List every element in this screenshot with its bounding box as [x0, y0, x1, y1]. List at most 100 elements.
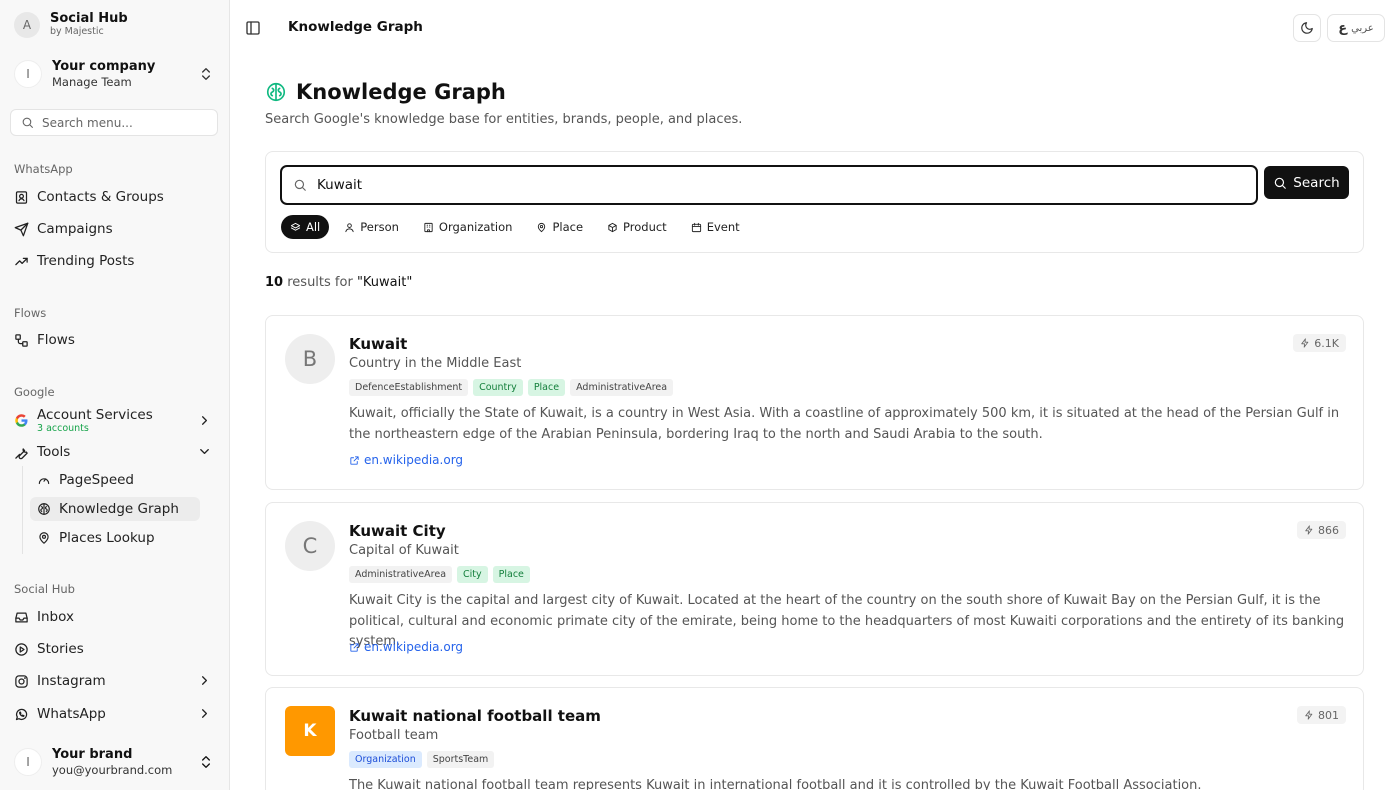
company-switcher[interactable]: I Your company Manage Team	[14, 56, 218, 92]
entity-link[interactable]: en.wikipedia.org	[349, 640, 463, 654]
sidebar-item-whatsapp[interactable]: WhatsApp	[14, 701, 218, 727]
sidebar-item-pagespeed[interactable]: PageSpeed	[30, 468, 200, 492]
type-tag: AdministrativeArea	[349, 566, 453, 583]
chevrons-up-down-icon	[202, 756, 210, 768]
result-score: 866	[1318, 523, 1339, 537]
result-score: 6.1K	[1314, 336, 1339, 350]
account-count: 3 accounts	[37, 422, 89, 434]
top-bar: Knowledge Graph ع عربي	[230, 0, 1400, 56]
menu-search-input[interactable]: Search menu...	[10, 109, 218, 136]
chevron-down-icon	[200, 449, 209, 454]
panel-left-icon	[246, 21, 260, 35]
package-icon	[608, 222, 617, 232]
result-card[interactable]: K Kuwait national football team Football…	[265, 687, 1364, 790]
brand-sub: by Majestic	[50, 26, 104, 37]
brain-icon	[38, 503, 50, 515]
sidebar-item-label: Tools	[37, 444, 71, 460]
filter-event[interactable]: Event	[682, 215, 749, 239]
instagram-icon	[15, 674, 28, 688]
result-score: 801	[1318, 708, 1339, 722]
sidebar-item-trending[interactable]: Trending Posts	[14, 248, 218, 274]
sidebar-item-stories[interactable]: Stories	[14, 636, 218, 662]
sidebar-item-knowledge-graph[interactable]: Knowledge Graph	[30, 497, 200, 521]
theme-toggle-button[interactable]	[1293, 14, 1321, 42]
sidebar-item-account-services[interactable]: Account Services 3 accounts	[14, 406, 218, 434]
entity-name[interactable]: Kuwait	[349, 335, 407, 353]
language-button[interactable]: ع عربي	[1327, 14, 1385, 42]
filter-all[interactable]: All	[281, 215, 330, 239]
type-tag: DefenceEstablishment	[349, 379, 469, 396]
filter-label: Place	[552, 220, 584, 234]
entity-article: Kuwait City is the capital and largest c…	[349, 593, 1345, 649]
result-card[interactable]: B Kuwait Country in the Middle East Defe…	[265, 315, 1364, 490]
section-flows: Flows	[14, 306, 47, 320]
search-button[interactable]: Search	[1264, 166, 1349, 199]
entity-link-text: en.wikipedia.org	[364, 640, 464, 654]
entity-link-text: en.wikipedia.org	[364, 453, 464, 467]
trending-up-icon	[15, 257, 28, 265]
filter-label: Product	[623, 220, 667, 234]
search-input[interactable]: Kuwait	[280, 165, 1258, 205]
user-icon	[345, 222, 354, 232]
section-social-hub: Social Hub	[14, 582, 75, 596]
page-subtitle: Search Google's knowledge base for entit…	[265, 112, 743, 127]
sidebar-item-instagram[interactable]: Instagram	[14, 668, 218, 694]
brand-foot-avatar: I	[14, 748, 42, 776]
map-pin-icon	[538, 222, 546, 232]
type-tag: Country	[473, 379, 523, 396]
calendar-icon	[691, 222, 701, 232]
moon-icon	[1301, 22, 1313, 34]
sidebar-item-label: Account Services	[37, 406, 153, 423]
language-glyph: ع	[1338, 20, 1348, 36]
entity-types: DefenceEstablishment Country Place Admin…	[349, 379, 674, 396]
entity-link[interactable]: en.wikipedia.org	[349, 453, 463, 467]
play-circle-icon	[15, 642, 28, 656]
sidebar-item-label: Contacts & Groups	[37, 189, 164, 205]
sidebar: A Social Hub by Majestic I Your company …	[0, 0, 230, 790]
sidebar-item-places-lookup[interactable]: Places Lookup	[30, 526, 200, 550]
filter-product[interactable]: Product	[598, 215, 676, 239]
brand-switcher[interactable]: I Your brand you@yourbrand.com	[14, 744, 218, 780]
sidebar-item-campaigns[interactable]: Campaigns	[14, 216, 218, 242]
filter-label: Person	[360, 220, 399, 234]
result-score-badge: 801	[1297, 706, 1346, 724]
sidebar-item-tools[interactable]: Tools	[14, 439, 218, 465]
entity-types: Organization SportsTeam	[349, 751, 495, 768]
sidebar-item-label: Knowledge Graph	[59, 501, 179, 517]
company-name: Your company	[52, 58, 156, 74]
filter-place[interactable]: Place	[527, 215, 592, 239]
external-link-icon	[350, 642, 359, 652]
search-input-value: Kuwait	[317, 177, 363, 193]
map-pin-icon	[39, 532, 49, 544]
sidebar-item-contacts[interactable]: Contacts & Groups	[14, 184, 218, 210]
result-card[interactable]: C Kuwait City Capital of Kuwait Administ…	[265, 502, 1364, 676]
entity-description: Football team	[349, 728, 439, 743]
sidebar-toggle-button[interactable]	[245, 20, 261, 36]
entity-name[interactable]: Kuwait national football team	[349, 707, 601, 725]
submenu-guide	[22, 466, 23, 554]
page-title-text: Knowledge Graph	[296, 80, 506, 104]
filter-person[interactable]: Person	[335, 215, 408, 239]
type-tag: AdministrativeArea	[570, 379, 674, 396]
sidebar-item-label: Campaigns	[37, 221, 113, 237]
sidebar-item-flows[interactable]: Flows	[14, 327, 218, 353]
sidebar-item-inbox[interactable]: Inbox	[14, 604, 218, 630]
brand-avatar: A	[14, 12, 40, 38]
entity-types: AdministrativeArea City Place	[349, 566, 530, 583]
chevron-right-icon	[202, 676, 207, 685]
building-icon	[424, 222, 433, 232]
section-whatsapp: WhatsApp	[14, 162, 73, 176]
entity-name[interactable]: Kuwait City	[349, 522, 446, 540]
external-link-icon	[350, 455, 359, 465]
brand[interactable]: A Social Hub by Majestic	[14, 12, 128, 38]
zap-icon	[1305, 710, 1313, 720]
wrench-icon	[15, 447, 28, 459]
layers-icon	[290, 222, 301, 231]
sidebar-item-label: Flows	[37, 332, 75, 348]
sidebar-item-label: Stories	[37, 641, 84, 657]
entity-description: Capital of Kuwait	[349, 543, 459, 558]
search-card: Kuwait Search All Person Organization Pl…	[265, 151, 1364, 253]
filter-organization[interactable]: Organization	[414, 215, 522, 239]
send-icon	[14, 222, 29, 236]
type-tag: SportsTeam	[426, 751, 495, 768]
